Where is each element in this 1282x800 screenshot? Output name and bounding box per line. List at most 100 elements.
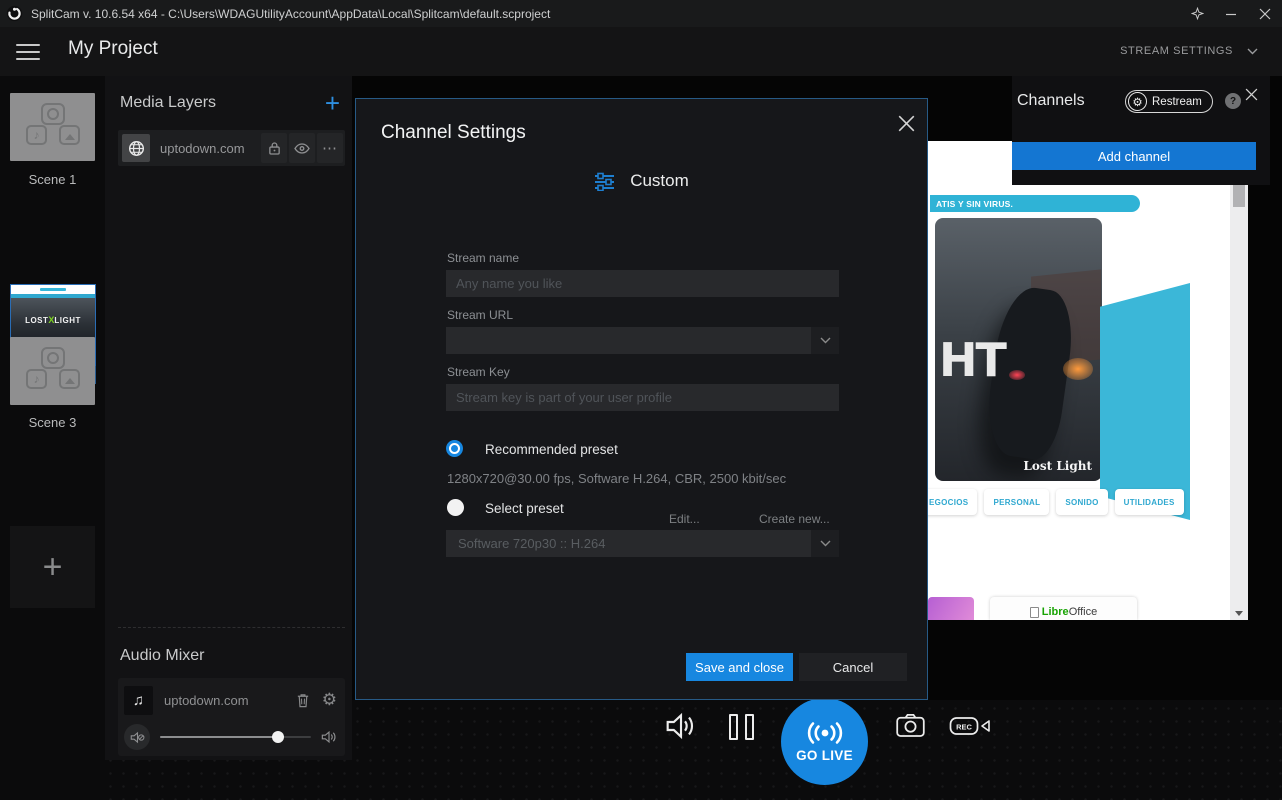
music-icon: ♪ bbox=[26, 125, 47, 145]
media-layers-title: Media Layers bbox=[120, 94, 216, 112]
mute-speaker-icon[interactable] bbox=[124, 724, 150, 750]
app-card bbox=[928, 597, 974, 620]
document-icon bbox=[1030, 607, 1039, 618]
layer-name: uptodown.com bbox=[160, 141, 261, 156]
libreoffice-card: LibreOffice bbox=[990, 597, 1137, 620]
plus-icon: + bbox=[43, 550, 63, 584]
add-scene-button[interactable]: + bbox=[10, 526, 95, 608]
game-title: Lost Light bbox=[1023, 459, 1092, 473]
restream-button[interactable]: ⚙ Restream bbox=[1125, 90, 1213, 113]
scene-1-thumbnail[interactable]: ♪ bbox=[10, 93, 95, 161]
site-banner: ATIS Y SIN VIRUS. bbox=[930, 195, 1140, 212]
project-title: My Project bbox=[68, 38, 158, 60]
pause-button[interactable] bbox=[729, 714, 754, 740]
layer-row[interactable]: uptodown.com ⋯ bbox=[118, 130, 345, 166]
stream-url-input[interactable] bbox=[446, 327, 811, 354]
music-icon: ♪ bbox=[26, 369, 47, 389]
rec-label: REC bbox=[956, 723, 972, 732]
webpage-capture: ATIS Y SIN VIRUS. HT Lost Light EGOCIOS … bbox=[928, 141, 1248, 620]
stream-key-label: Stream Key bbox=[447, 365, 510, 379]
chevron-down-icon bbox=[1247, 48, 1258, 55]
hero-headline: HT bbox=[939, 333, 1005, 387]
scroll-down-arrow[interactable] bbox=[1235, 611, 1243, 616]
go-live-label: GO LIVE bbox=[796, 748, 853, 763]
panel-divider bbox=[118, 627, 345, 628]
game-card: HT Lost Light bbox=[935, 218, 1102, 481]
media-audio-icon: ♫ bbox=[124, 686, 153, 715]
channels-close-icon[interactable] bbox=[1245, 88, 1258, 101]
webcam-icon bbox=[41, 103, 65, 125]
splitcam-logo-icon bbox=[6, 5, 23, 22]
stream-settings-label: STREAM SETTINGS bbox=[1120, 45, 1233, 57]
scene-3-label: Scene 3 bbox=[0, 415, 105, 430]
webcam-icon bbox=[41, 347, 65, 369]
scrollbar-thumb[interactable] bbox=[1233, 185, 1245, 207]
titlebar: SplitCam v. 10.6.54 x64 - C:\Users\WDAGU… bbox=[0, 0, 1282, 27]
audio-mixer-title: Audio Mixer bbox=[120, 647, 204, 665]
modal-title: Channel Settings bbox=[381, 122, 526, 144]
volume-slider-thumb[interactable] bbox=[272, 731, 284, 743]
mixer-track: ♫ uptodown.com ⚙ bbox=[118, 678, 345, 756]
pin-icon[interactable] bbox=[1180, 0, 1214, 27]
volume-slider[interactable] bbox=[160, 730, 311, 744]
mixer-track-name: uptodown.com bbox=[164, 693, 284, 708]
webpage-scrollbar[interactable] bbox=[1230, 141, 1248, 620]
add-layer-button[interactable]: + bbox=[325, 94, 340, 112]
recommended-preset-label: Recommended preset bbox=[485, 442, 618, 457]
stream-key-input[interactable] bbox=[446, 384, 839, 411]
image-icon bbox=[59, 369, 80, 389]
save-and-close-button[interactable]: Save and close bbox=[686, 653, 793, 681]
close-button[interactable] bbox=[1248, 0, 1282, 27]
category-chip: UTILIDADES bbox=[1115, 489, 1184, 515]
create-preset-link[interactable]: Create new... bbox=[759, 512, 830, 526]
channel-settings-modal: Channel Settings Custom Stream name Stre… bbox=[355, 98, 928, 700]
help-icon[interactable]: ? bbox=[1225, 93, 1241, 109]
gear-icon[interactable]: ⚙ bbox=[322, 690, 337, 710]
minimize-button[interactable] bbox=[1214, 0, 1248, 27]
select-preset-label: Select preset bbox=[485, 501, 564, 516]
visibility-eye-icon[interactable] bbox=[289, 133, 315, 163]
scene-3-thumbnail[interactable]: ♪ bbox=[10, 337, 95, 405]
channels-panel: Channels ⚙ Restream ? Add channel bbox=[1012, 76, 1270, 185]
splitcam-window: SplitCam v. 10.6.54 x64 - C:\Users\WDAGU… bbox=[0, 0, 1282, 800]
thumb-site-header bbox=[11, 285, 95, 294]
scenes-rail: ♪ Scene 1 LOSTXLIGHT Scene 2 ♪ Scene 3 + bbox=[0, 76, 105, 800]
preset-select-dropdown-icon[interactable] bbox=[811, 530, 839, 557]
stream-name-input[interactable] bbox=[446, 270, 839, 297]
media-layers-panel: Media Layers + uptodown.com ⋯ Audio Mixe… bbox=[105, 76, 352, 760]
trash-icon[interactable] bbox=[296, 693, 310, 708]
category-chip: SONIDO bbox=[1056, 489, 1107, 515]
category-chip: EGOCIOS bbox=[928, 489, 977, 515]
custom-sliders-icon bbox=[594, 172, 615, 191]
header-bar: My Project STREAM SETTINGS bbox=[0, 27, 1282, 76]
recommended-preset-radio[interactable] bbox=[446, 440, 463, 457]
scene-1-label: Scene 1 bbox=[0, 172, 105, 187]
record-button[interactable]: REC bbox=[949, 716, 991, 737]
audio-output-icon[interactable] bbox=[665, 712, 697, 740]
category-chip: PERSONAL bbox=[984, 489, 1049, 515]
image-icon bbox=[59, 125, 80, 145]
restream-logo-icon: ⚙ bbox=[1128, 92, 1147, 111]
recommended-preset-description: 1280x720@30.00 fps, Software H.264, CBR,… bbox=[447, 471, 786, 486]
stream-url-dropdown-icon[interactable] bbox=[811, 327, 839, 354]
stream-url-label: Stream URL bbox=[447, 308, 513, 322]
add-channel-button[interactable]: Add channel bbox=[1012, 142, 1256, 170]
lock-icon[interactable] bbox=[261, 133, 287, 163]
modal-close-icon[interactable] bbox=[894, 111, 919, 136]
cyan-ribbon bbox=[1100, 283, 1190, 520]
go-live-button[interactable]: GO LIVE bbox=[781, 698, 868, 785]
more-options-icon[interactable]: ⋯ bbox=[317, 133, 343, 163]
snapshot-camera-icon[interactable] bbox=[895, 712, 926, 739]
speaker-icon bbox=[321, 730, 337, 744]
stream-settings-dropdown[interactable]: STREAM SETTINGS bbox=[1120, 45, 1258, 57]
channel-mode-label: Custom bbox=[630, 171, 689, 191]
edit-preset-link[interactable]: Edit... bbox=[669, 512, 700, 526]
window-title: SplitCam v. 10.6.54 x64 - C:\Users\WDAGU… bbox=[31, 7, 550, 21]
cancel-button[interactable]: Cancel bbox=[799, 653, 907, 681]
preset-select-value: Software 720p30 :: H.264 bbox=[458, 536, 605, 551]
globe-icon bbox=[122, 134, 150, 162]
broadcast-icon bbox=[801, 721, 849, 745]
menu-icon[interactable] bbox=[16, 44, 40, 60]
select-preset-radio[interactable] bbox=[447, 499, 464, 516]
preset-select[interactable]: Software 720p30 :: H.264 bbox=[446, 530, 839, 557]
